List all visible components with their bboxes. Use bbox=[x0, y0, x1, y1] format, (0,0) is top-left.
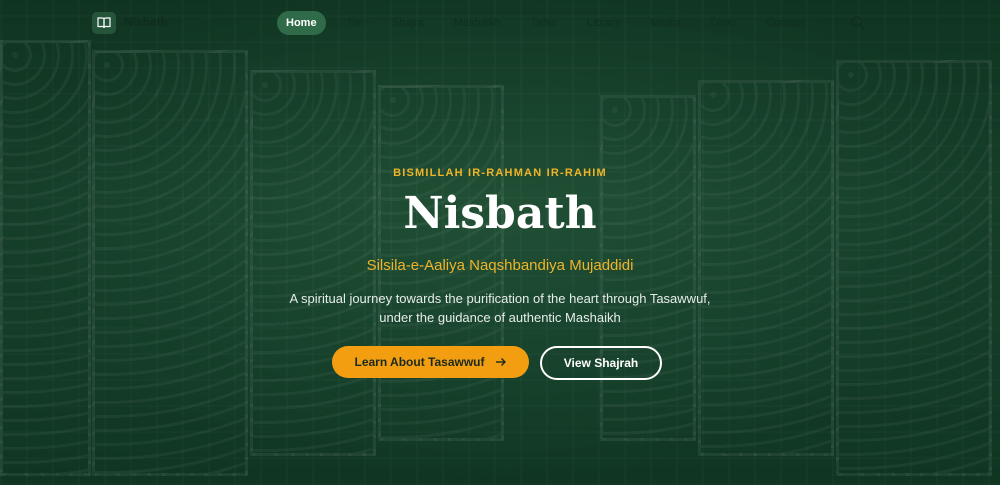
hero-subtitle: Silsila-e-Aaliya Naqshbandiya Mujaddidi bbox=[366, 257, 634, 274]
hero-section: BISMILLAH IR-RAHMAN IR-RAHIM Nisbath Sil… bbox=[0, 0, 1000, 485]
secondary-button-label: View Shajrah bbox=[563, 356, 639, 370]
hero-title: Nisbath bbox=[403, 188, 597, 239]
arrow-right-icon bbox=[495, 358, 506, 366]
hero-eyebrow: BISMILLAH IR-RAHMAN IR-RAHIM bbox=[393, 167, 607, 179]
hero-description: A spiritual journey towards the purifica… bbox=[289, 291, 711, 325]
learn-about-tasawwuf-button[interactable]: Learn About Tasawwuf bbox=[332, 346, 529, 378]
view-shajrah-button[interactable]: View Shajrah bbox=[540, 346, 662, 380]
primary-button-label: Learn About Tasawwuf bbox=[354, 355, 485, 369]
